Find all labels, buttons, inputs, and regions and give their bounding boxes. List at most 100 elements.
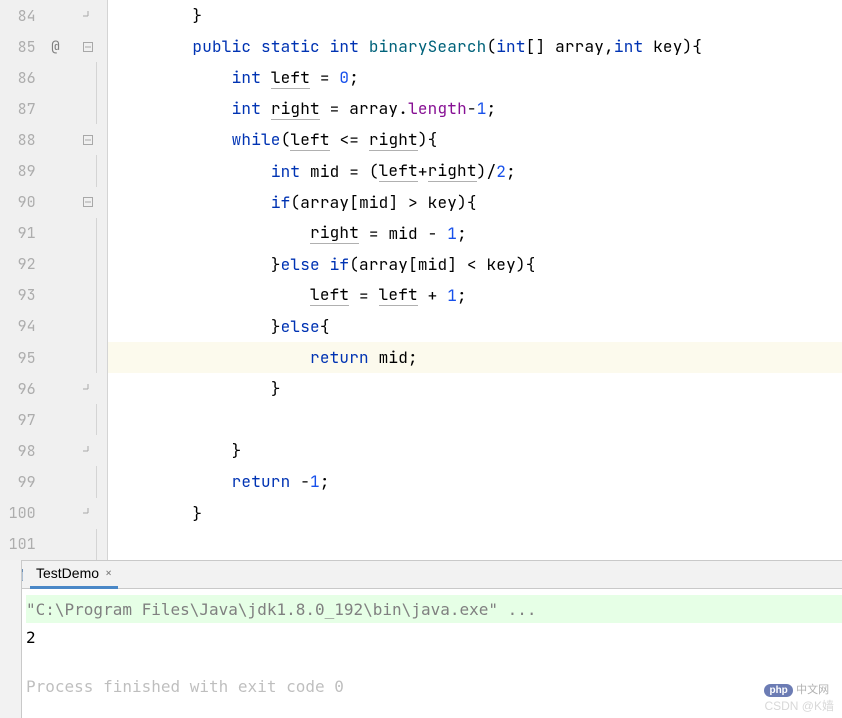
fold-close-icon[interactable] xyxy=(82,10,94,22)
token-var: array xyxy=(349,98,398,119)
token-kw: int xyxy=(232,67,271,88)
token-kw: while xyxy=(232,129,281,150)
token-plain: } xyxy=(271,316,281,337)
code-line[interactable]: return mid; xyxy=(108,342,842,373)
fold-marker[interactable] xyxy=(69,134,107,146)
token-kw: return xyxy=(232,471,301,492)
token-plain: { xyxy=(320,316,330,337)
fold-open-icon[interactable] xyxy=(82,41,94,53)
gutter-row: 85@ xyxy=(0,31,107,62)
code-line[interactable]: public static int binarySearch(int[] arr… xyxy=(108,31,842,62)
code-line[interactable]: while(left <= right){ xyxy=(108,124,842,155)
fold-open-icon[interactable] xyxy=(82,196,94,208)
token-plain: = xyxy=(320,98,349,119)
token-plain: ; xyxy=(457,285,467,306)
gutter-row: 89 xyxy=(0,155,107,186)
code-line[interactable] xyxy=(108,529,842,560)
token-plain: ; xyxy=(320,471,330,492)
token-var: mid xyxy=(359,192,388,213)
token-plain: = xyxy=(359,223,388,244)
gutter-row: 88 xyxy=(0,124,107,155)
gutter-row: 100 xyxy=(0,498,107,529)
code-line[interactable]: int right = array.length-1; xyxy=(108,93,842,124)
gutter-row: 91 xyxy=(0,218,107,249)
close-icon[interactable]: × xyxy=(105,565,112,581)
token-plain: . xyxy=(398,98,408,119)
line-number: 89 xyxy=(0,161,42,181)
token-kw: else xyxy=(281,316,320,337)
fold-close-icon[interactable] xyxy=(82,383,94,395)
token-kw: int xyxy=(330,36,369,57)
token-plain: ; xyxy=(408,347,418,368)
fold-marker[interactable] xyxy=(69,10,107,22)
fold-open-icon[interactable] xyxy=(82,134,94,146)
code-line[interactable]: } xyxy=(108,498,842,529)
code-line[interactable]: } xyxy=(108,0,842,31)
fold-marker[interactable] xyxy=(69,41,107,53)
token-var: right xyxy=(369,129,418,151)
code-line[interactable] xyxy=(108,404,842,435)
php-badge: php xyxy=(764,684,792,697)
code-line[interactable]: } xyxy=(108,435,842,466)
console-blank xyxy=(26,651,842,679)
token-num: 1 xyxy=(447,285,457,306)
token-plain: = xyxy=(310,67,339,88)
token-var: left xyxy=(271,67,310,89)
token-var: mid xyxy=(418,254,447,275)
token-var: left xyxy=(379,284,418,306)
token-var: key xyxy=(486,254,515,275)
code-line[interactable]: int mid = (left+right)/2; xyxy=(108,155,842,186)
token-plain: + xyxy=(418,285,447,306)
code-line[interactable]: return -1; xyxy=(108,466,842,497)
code-area[interactable]: } public static int binarySearch(int[] a… xyxy=(108,0,842,560)
token-plain: ){ xyxy=(683,36,703,57)
code-line[interactable]: }else if(array[mid] < key){ xyxy=(108,249,842,280)
line-number: 99 xyxy=(0,472,42,492)
token-kw: return xyxy=(310,347,379,368)
gutter-row: 99 xyxy=(0,466,107,497)
gutter-row: 98 xyxy=(0,435,107,466)
token-plain: - xyxy=(467,98,477,119)
code-line[interactable]: }else{ xyxy=(108,311,842,342)
code-line[interactable]: int left = 0; xyxy=(108,62,842,93)
console-exit: Process finished with exit code 0 xyxy=(26,679,842,693)
token-kw: int xyxy=(496,36,525,57)
line-number: 94 xyxy=(0,316,42,336)
token-plain: ; xyxy=(506,161,516,182)
token-plain: ( xyxy=(349,254,359,275)
token-kw: static xyxy=(261,36,330,57)
fold-marker[interactable] xyxy=(69,383,107,395)
token-plain: ] < xyxy=(447,254,486,275)
gutter-row: 87 xyxy=(0,93,107,124)
token-fn: binarySearch xyxy=(369,36,487,57)
line-number: 86 xyxy=(0,68,42,88)
fold-marker[interactable] xyxy=(69,445,107,457)
token-num: 1 xyxy=(477,98,487,119)
fold-close-icon[interactable] xyxy=(82,507,94,519)
line-number: 85 xyxy=(0,37,42,57)
code-line[interactable]: if(array[mid] > key){ xyxy=(108,187,842,218)
code-line[interactable]: right = mid - 1; xyxy=(108,218,842,249)
token-plain: )/ xyxy=(477,161,497,182)
fold-close-icon[interactable] xyxy=(82,445,94,457)
token-plain: } xyxy=(271,378,281,399)
token-plain: + xyxy=(418,161,428,182)
tab-testdemo[interactable]: TestDemo × xyxy=(30,561,118,589)
line-number: 101 xyxy=(0,534,42,554)
code-line[interactable]: left = left + 1; xyxy=(108,280,842,311)
code-line[interactable]: } xyxy=(108,373,842,404)
gutter-row: 90 xyxy=(0,187,107,218)
token-kw: else if xyxy=(281,254,350,275)
token-num: 0 xyxy=(339,67,349,88)
gutter-row: 92 xyxy=(0,249,107,280)
token-plain: - xyxy=(300,471,310,492)
token-plain: ; xyxy=(487,98,497,119)
annotation: @ xyxy=(42,38,70,56)
fold-marker[interactable] xyxy=(69,196,107,208)
fold-marker[interactable] xyxy=(69,507,107,519)
token-num: 1 xyxy=(310,471,320,492)
token-plain: } xyxy=(192,5,202,26)
token-plain: ){ xyxy=(457,192,477,213)
console-output[interactable]: "C:\Program Files\Java\jdk1.8.0_192\bin\… xyxy=(0,589,842,709)
gutter-row: 101 xyxy=(0,529,107,560)
